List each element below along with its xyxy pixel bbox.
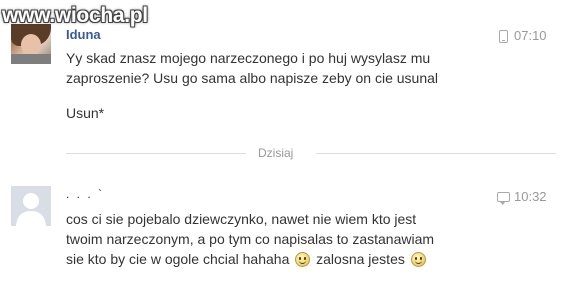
message-line: twoim narzeczonym, a po tym co napisalas…	[66, 231, 435, 247]
divider-line	[316, 153, 556, 154]
message-text: Yy skad znasz mojego narzeczonego i po h…	[66, 48, 496, 88]
message-line: sie kto by cie w ogole chcial hahaha zal…	[66, 249, 486, 269]
message-fragment: sie kto by cie w ogole chcial hahaha	[66, 251, 290, 267]
message-fragment: zalosna jestes	[316, 251, 405, 267]
message-text: cos ci sie pojebalo dziewczynko, nawet n…	[66, 209, 486, 269]
watermark: www.wiocha.pl	[2, 4, 148, 27]
avatar-placeholder[interactable]	[11, 186, 51, 226]
date-divider-label: Dzisiaj	[258, 146, 294, 160]
message-line: Yy skad znasz mojego narzeczonego i po h…	[66, 50, 431, 66]
message-time: 10:32	[514, 189, 547, 204]
message-line: zaproszenie? Usu go sama albo napisze ze…	[66, 70, 439, 86]
sender-name-redacted: . . . `	[66, 187, 104, 201]
chat-icon	[497, 192, 510, 205]
phone-icon	[499, 30, 508, 43]
message-followup: Usun*	[66, 105, 105, 121]
smiley-icon	[410, 252, 426, 267]
message-line: cos ci sie pojebalo dziewczynko, nawet n…	[66, 211, 417, 227]
message-time: 07:10	[514, 28, 547, 43]
divider-line	[66, 153, 246, 154]
sender-name[interactable]: Iduna	[66, 27, 101, 42]
avatar[interactable]	[11, 24, 51, 64]
smiley-icon	[295, 252, 311, 267]
